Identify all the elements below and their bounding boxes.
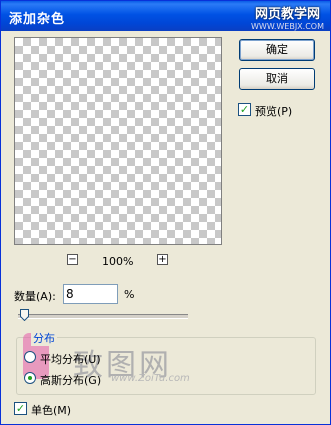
watermark-logo-url: www.ZoiTu.com	[111, 373, 190, 384]
amount-label: 数量(A):	[14, 290, 56, 303]
radio-gaussian-label[interactable]: 高斯分布(G)	[40, 372, 101, 388]
preview-checkbox-label[interactable]: 预览(P)	[255, 103, 292, 119]
zoom-level: 100%	[102, 255, 134, 268]
title-bar[interactable]: 添加杂色 网页教学网 WWW.WEBJX.COM	[1, 1, 330, 31]
amount-input[interactable]: 8	[63, 284, 118, 304]
ok-button[interactable]: 确定	[239, 39, 315, 61]
zoom-out-button[interactable]: −	[67, 254, 78, 265]
monochrome-checkbox[interactable]: ✓	[14, 402, 27, 415]
zoom-in-button[interactable]: +	[157, 254, 168, 265]
amount-unit: %	[124, 288, 135, 301]
watermark-top-line2: WWW.WEBJX.COM	[251, 22, 324, 31]
watermark-top-line1: 网页教学网	[255, 7, 321, 22]
amount-slider-track[interactable]	[18, 314, 188, 319]
distribution-title: 分布	[31, 330, 57, 346]
dialog-title: 添加杂色	[9, 12, 66, 27]
monochrome-checkbox-label[interactable]: 单色(M)	[31, 402, 71, 418]
radio-uniform-label[interactable]: 平均分布(U)	[40, 351, 101, 367]
preview-checkbox[interactable]: ✓	[238, 103, 251, 116]
watermark-top: 网页教学网 WWW.WEBJX.COM	[251, 3, 324, 31]
add-noise-dialog: 添加杂色 网页教学网 WWW.WEBJX.COM − 100% + 确定 取消 …	[0, 0, 331, 425]
cancel-button[interactable]: 取消	[239, 68, 315, 90]
amount-slider-thumb[interactable]	[19, 309, 29, 321]
radio-uniform[interactable]	[24, 351, 36, 363]
radio-gaussian[interactable]	[24, 372, 36, 384]
preview-canvas[interactable]	[14, 37, 222, 245]
